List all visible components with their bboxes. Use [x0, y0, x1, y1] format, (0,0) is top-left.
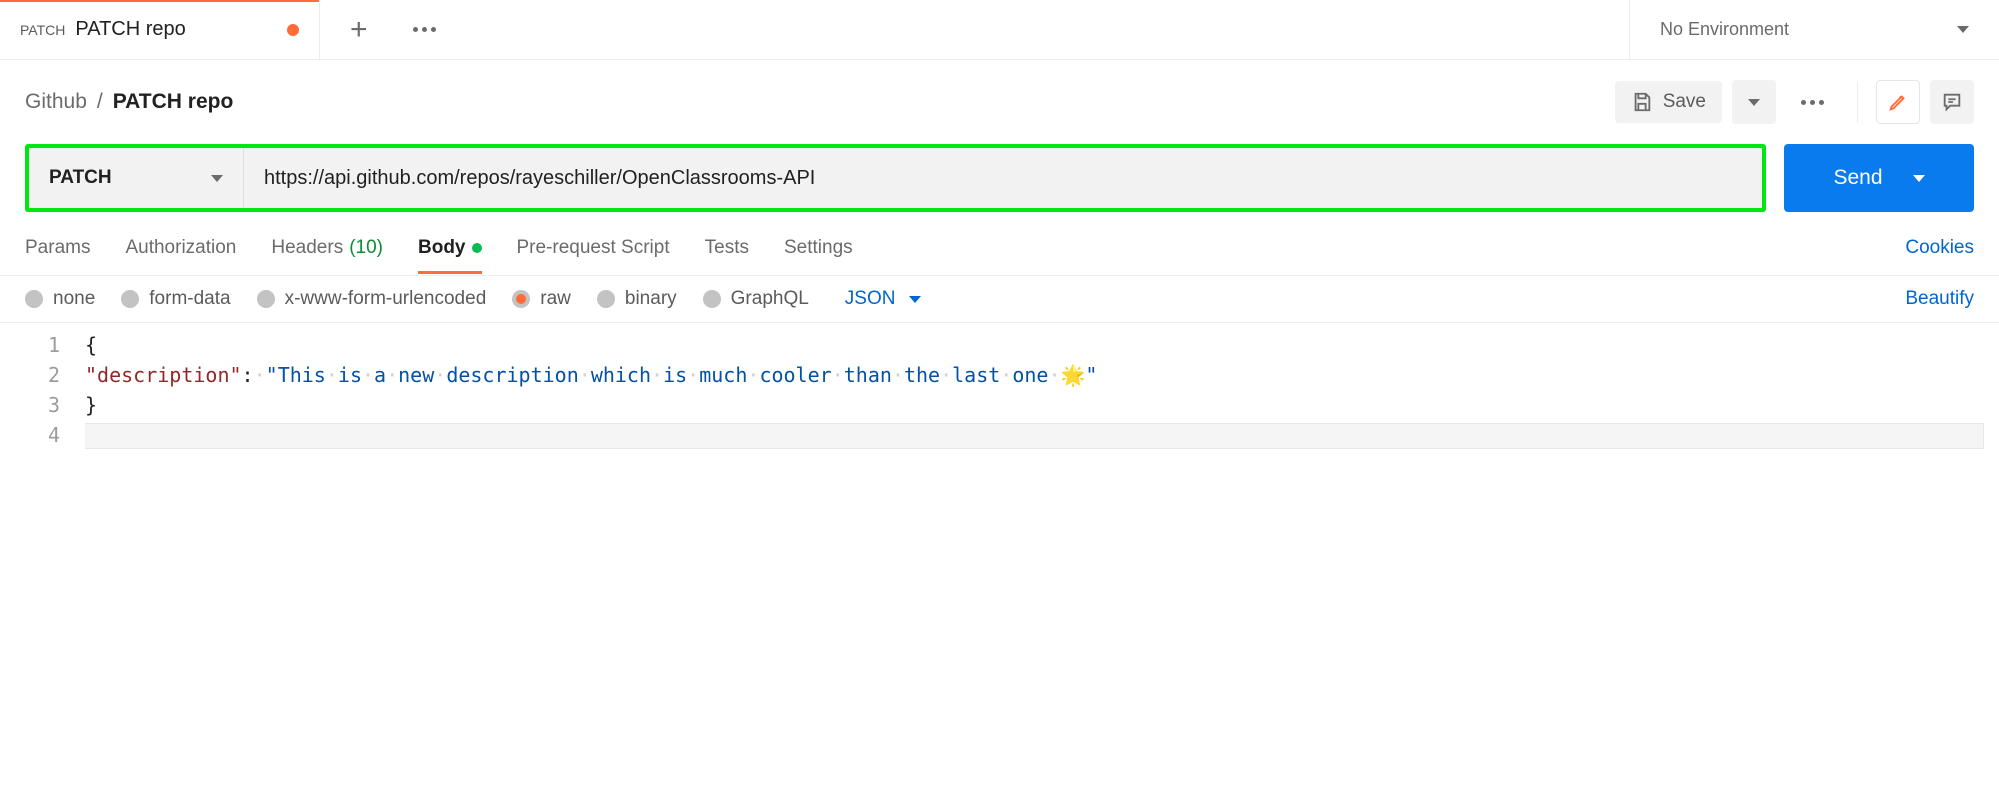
body-type-urlencoded[interactable]: x-www-form-urlencoded: [257, 288, 487, 310]
editor-line: 3 }: [15, 393, 1984, 423]
radio-icon: [257, 290, 275, 308]
code-content: "description":·"This·is·a·new·descriptio…: [85, 363, 1097, 393]
method-selector[interactable]: PATCH: [29, 148, 244, 208]
environment-label: No Environment: [1660, 19, 1789, 40]
body-type-raw[interactable]: raw: [512, 288, 571, 310]
body-language-selector[interactable]: JSON: [845, 288, 922, 310]
line-number: 2: [15, 363, 85, 393]
comment-icon: [1941, 91, 1963, 113]
body-type-row: none form-data x-www-form-urlencoded raw…: [0, 276, 1999, 323]
line-number: 4: [15, 423, 85, 453]
headers-count: (10): [349, 237, 383, 259]
save-options-button[interactable]: [1732, 80, 1776, 124]
body-type-formdata[interactable]: form-data: [121, 288, 230, 310]
radio-icon: [25, 290, 43, 308]
tab-params[interactable]: Params: [25, 223, 90, 273]
method-label: PATCH: [49, 167, 112, 189]
tab-name: PATCH repo: [75, 18, 185, 41]
send-button[interactable]: Send: [1784, 144, 1974, 212]
line-number: 1: [15, 333, 85, 363]
chevron-down-icon: [211, 175, 223, 182]
request-more-button[interactable]: [1801, 100, 1824, 105]
radio-selected-icon: [512, 290, 530, 308]
chevron-down-icon: [1748, 99, 1760, 106]
breadcrumb-separator: /: [97, 90, 103, 114]
body-type-graphql[interactable]: GraphQL: [703, 288, 809, 310]
comments-button[interactable]: [1930, 80, 1974, 124]
breadcrumb-parent[interactable]: Github: [25, 90, 87, 114]
url-input[interactable]: [244, 148, 1762, 208]
new-tab-button[interactable]: +: [350, 13, 368, 47]
save-icon: [1631, 91, 1653, 113]
url-box: PATCH: [25, 144, 1766, 212]
tab-prerequest[interactable]: Pre-request Script: [517, 223, 670, 273]
chevron-down-icon: [1913, 175, 1925, 182]
environment-selector[interactable]: No Environment: [1629, 0, 1999, 59]
tab-body[interactable]: Body: [418, 223, 482, 273]
code-content: {: [85, 333, 97, 363]
tab-settings[interactable]: Settings: [784, 223, 853, 273]
more-icon: [1801, 100, 1824, 105]
header-actions: Save: [1615, 80, 1974, 124]
documentation-edit-button[interactable]: [1876, 80, 1920, 124]
pencil-icon: [1887, 91, 1909, 113]
tab-method: PATCH: [20, 22, 65, 38]
breadcrumb: Github / PATCH repo: [25, 90, 233, 114]
cursor-line: [85, 423, 1984, 449]
radio-icon: [703, 290, 721, 308]
request-body-editor[interactable]: 1 { 2 "description":·"This·is·a·new·desc…: [0, 323, 1999, 463]
editor-line: 4: [15, 423, 1984, 453]
editor-line: 1 {: [15, 333, 1984, 363]
request-tabs: Params Authorization Headers (10) Body P…: [0, 220, 1999, 276]
divider: [1857, 81, 1858, 123]
chevron-down-icon: [909, 296, 921, 303]
tab-headers[interactable]: Headers (10): [271, 223, 383, 273]
beautify-button[interactable]: Beautify: [1905, 288, 1974, 310]
save-label: Save: [1663, 91, 1706, 113]
radio-icon: [597, 290, 615, 308]
send-label: Send: [1833, 166, 1882, 190]
request-tab[interactable]: PATCH PATCH repo: [0, 0, 320, 59]
chevron-down-icon: [1957, 26, 1969, 33]
body-active-indicator-icon: [472, 243, 482, 253]
save-button[interactable]: Save: [1615, 81, 1722, 123]
body-type-binary[interactable]: binary: [597, 288, 677, 310]
breadcrumb-current: PATCH repo: [113, 90, 234, 114]
line-number: 3: [15, 393, 85, 423]
tab-more-button[interactable]: [413, 27, 436, 32]
active-tab-indicator: [0, 0, 319, 2]
tab-authorization[interactable]: Authorization: [125, 223, 236, 273]
top-bar: PATCH PATCH repo + No Environment: [0, 0, 1999, 60]
more-icon: [413, 27, 436, 32]
body-type-none[interactable]: none: [25, 288, 95, 310]
radio-icon: [121, 290, 139, 308]
tab-tests[interactable]: Tests: [705, 223, 749, 273]
editor-line: 2 "description":·"This·is·a·new·descript…: [15, 363, 1984, 393]
code-content: }: [85, 393, 97, 423]
request-url-row: PATCH Send: [0, 144, 1999, 212]
cookies-link[interactable]: Cookies: [1905, 237, 1974, 259]
unsaved-indicator-icon: [287, 24, 299, 36]
tab-actions: +: [320, 0, 466, 59]
header-row: Github / PATCH repo Save: [0, 60, 1999, 144]
